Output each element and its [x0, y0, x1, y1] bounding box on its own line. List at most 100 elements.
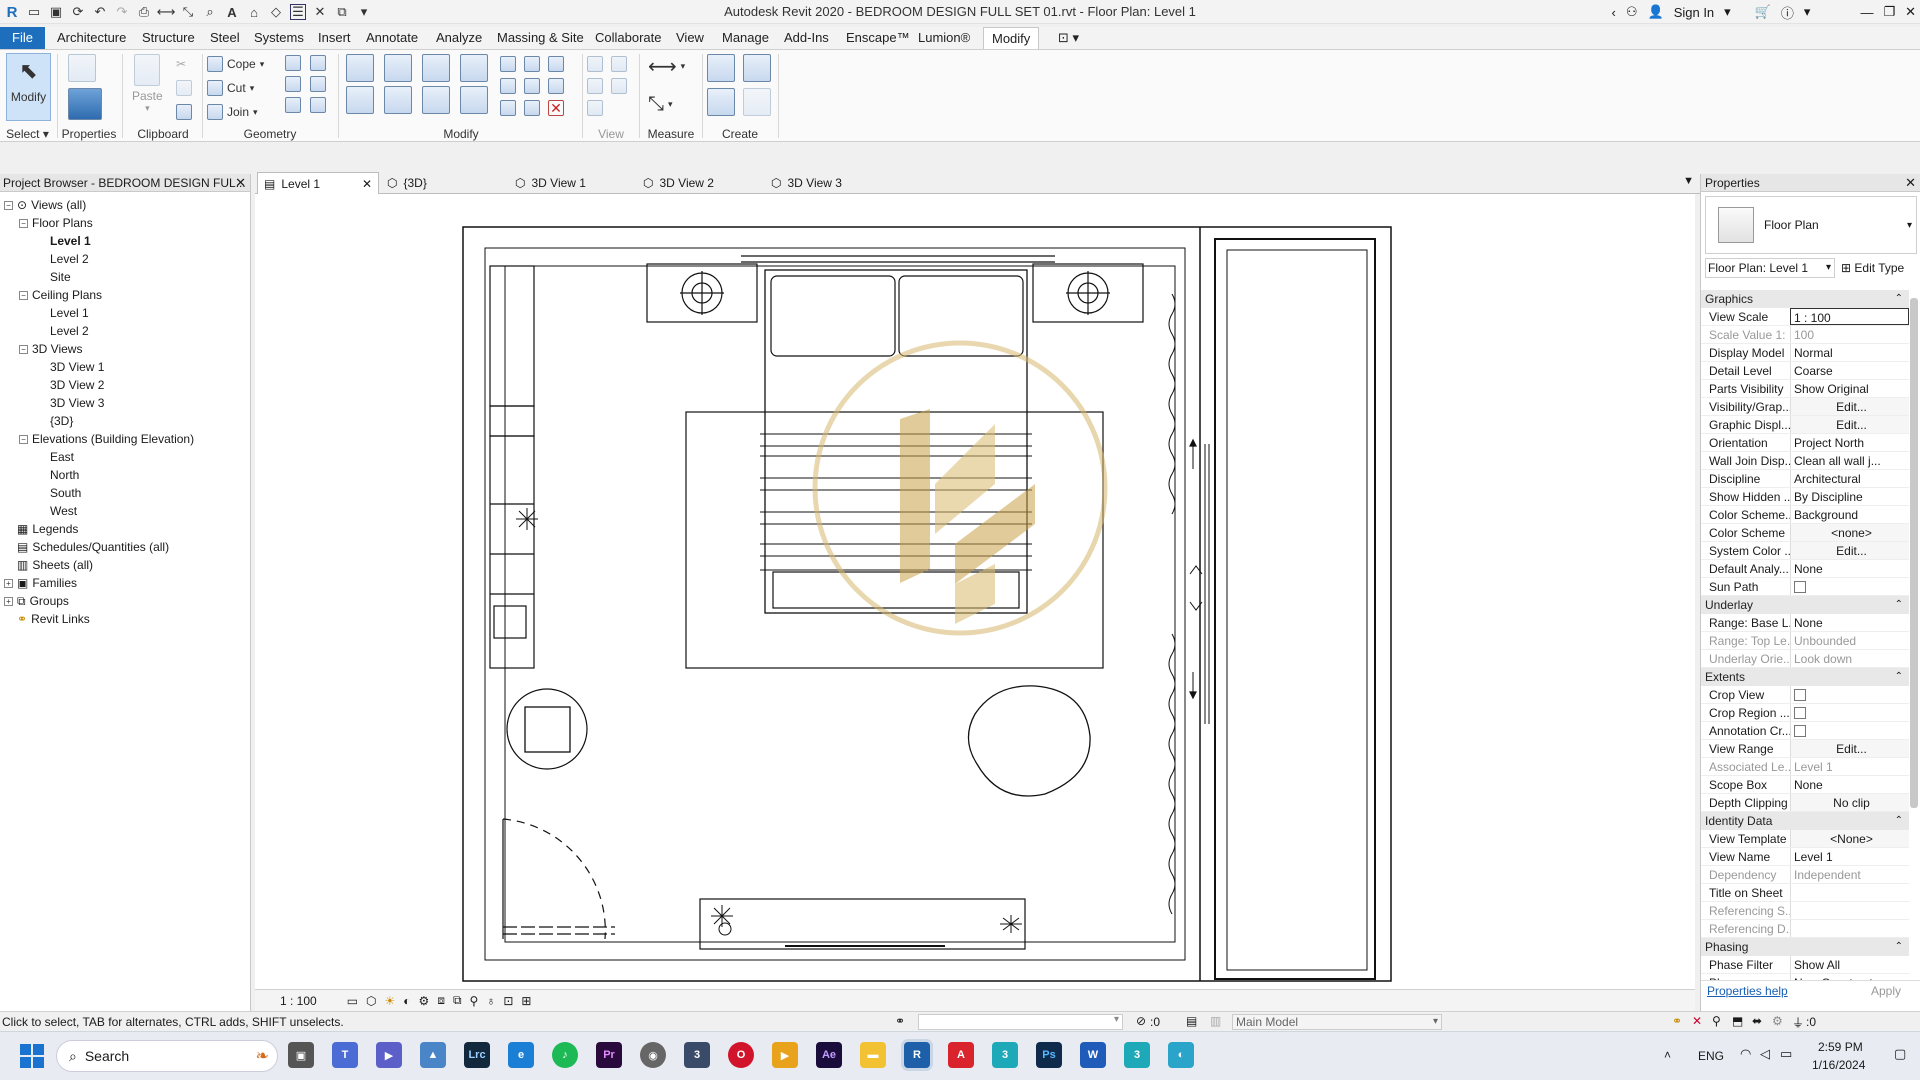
word-icon[interactable]: W — [1080, 1042, 1106, 1068]
modify-button[interactable]: ⬉ Modify — [6, 53, 51, 121]
instance-filter[interactable]: Floor Plan: Level 1 ▾ — [1705, 258, 1835, 278]
tree-item[interactable]: − Ceiling Plans — [19, 286, 102, 304]
open-icon[interactable]: ▭ — [26, 4, 42, 20]
task-view-icon[interactable]: ▣ — [288, 1042, 314, 1068]
wifi-icon[interactable]: ◠ — [1740, 1046, 1751, 1062]
redo-icon[interactable]: ↷ — [114, 4, 130, 20]
render-icon[interactable]: ⚙ — [419, 994, 430, 1008]
property-checkbox[interactable] — [1794, 581, 1806, 593]
battery-icon[interactable]: ▭ — [1780, 1046, 1792, 1062]
photos-icon[interactable]: ▲ — [420, 1042, 446, 1068]
chevron-up-icon[interactable]: ˄ — [1664, 1048, 1671, 1062]
collapse-group-icon[interactable]: ⌃ — [1895, 596, 1903, 614]
tree-item[interactable]: {3D} — [50, 412, 73, 430]
type-selector[interactable]: Floor Plan ▾ — [1705, 196, 1917, 254]
crop-view-icon[interactable]: ⧈ — [437, 993, 445, 1008]
lumion-icon[interactable]: ◐ — [1168, 1042, 1194, 1068]
tab-add-ins[interactable]: Add-Ins — [776, 27, 837, 49]
close-icon[interactable]: ✕ — [1905, 174, 1916, 192]
property-group-header[interactable]: Identity Data ⌃ — [1701, 812, 1909, 830]
tree-item[interactable]: North — [50, 466, 79, 484]
user-icon[interactable]: 👤 — [1648, 4, 1664, 20]
wall-joins-icon[interactable] — [285, 97, 301, 113]
media-player-icon[interactable]: ▶ — [772, 1042, 798, 1068]
property-value[interactable]: Project North — [1790, 434, 1909, 451]
scale-icon[interactable] — [524, 78, 540, 94]
help-icon[interactable]: ⓘ — [1781, 3, 1794, 22]
property-value[interactable] — [1790, 722, 1909, 739]
collapse-icon[interactable]: − — [4, 200, 13, 210]
edit-type-button[interactable]: ⊞ Edit Type — [1841, 258, 1904, 278]
tab-lumion[interactable]: Lumion® — [910, 27, 978, 49]
property-value[interactable] — [1790, 686, 1909, 703]
create-similar-icon[interactable] — [743, 88, 771, 116]
property-group-header[interactable]: Phasing ⌃ — [1701, 938, 1909, 956]
collapse-icon[interactable]: − — [19, 218, 28, 228]
split-face-icon[interactable] — [285, 76, 301, 92]
collapse-group-icon[interactable]: ⌃ — [1895, 938, 1903, 956]
property-value[interactable]: Edit... — [1790, 416, 1909, 433]
close-tab-icon[interactable]: ✕ — [362, 173, 372, 195]
property-value[interactable]: Background — [1790, 506, 1909, 523]
edge-icon[interactable]: e — [508, 1042, 534, 1068]
properties-scrollbar[interactable] — [1910, 298, 1918, 808]
apply-button[interactable]: Apply — [1871, 984, 1901, 998]
tree-item[interactable]: West — [50, 502, 77, 520]
visual-style-icon[interactable]: ⬡ — [366, 994, 376, 1008]
undo-icon[interactable]: ↶ — [92, 4, 108, 20]
tag-icon[interactable]: ⌕ — [202, 4, 218, 20]
tab-structure[interactable]: Structure — [134, 27, 203, 49]
language[interactable]: ENG — [1698, 1049, 1724, 1063]
offset-icon[interactable] — [384, 54, 412, 82]
tree-item[interactable]: Site — [50, 268, 71, 286]
property-group-header[interactable]: Extents ⌃ — [1701, 668, 1909, 686]
mirror-draw-icon[interactable] — [460, 54, 488, 82]
paint-view-icon[interactable] — [611, 78, 627, 94]
tab-insert[interactable]: Insert — [310, 27, 359, 49]
property-value[interactable]: Coarse — [1790, 362, 1909, 379]
expand-icon[interactable]: + — [4, 578, 13, 588]
sign-in-link[interactable]: Sign In — [1674, 5, 1714, 20]
print-icon[interactable]: ⎙ — [136, 4, 152, 20]
trim-single-icon[interactable] — [500, 100, 516, 116]
cut-clipboard-icon[interactable]: ✂ — [176, 54, 186, 74]
rotate-icon[interactable] — [422, 86, 450, 114]
create-parts-icon[interactable] — [743, 54, 771, 82]
property-value[interactable] — [1790, 704, 1909, 721]
property-checkbox[interactable] — [1794, 689, 1806, 701]
revit-logo-icon[interactable]: R — [4, 4, 20, 21]
tab-steel[interactable]: Steel — [202, 27, 248, 49]
property-value[interactable]: <None> — [1790, 830, 1909, 847]
tree-item[interactable]: − ⊙ Views (all) — [4, 196, 86, 214]
create-assembly-icon[interactable] — [707, 54, 735, 82]
property-value[interactable]: None — [1790, 776, 1909, 793]
editable-only-icon[interactable]: ⊘ — [1136, 1014, 1146, 1028]
tab-3d[interactable]: ⬡ {3D} — [381, 172, 507, 194]
pin-icon[interactable] — [548, 56, 564, 72]
binoculars-icon[interactable]: ⚇ — [1626, 4, 1638, 20]
thin-lines-icon[interactable]: ☰ — [290, 4, 306, 20]
tree-item[interactable]: 3D View 3 — [50, 394, 104, 412]
tab-massing-site[interactable]: Massing & Site — [489, 27, 592, 49]
tree-item[interactable]: + ⧉ Groups — [4, 592, 69, 610]
property-value[interactable]: Normal — [1790, 344, 1909, 361]
tree-item[interactable]: 3D View 1 — [50, 358, 104, 376]
select-dropdown[interactable]: Select ▾ — [0, 127, 55, 141]
close-icon[interactable]: ✕ — [235, 174, 246, 192]
lightroom-icon[interactable]: Lrc — [464, 1042, 490, 1068]
select-pinned-icon[interactable]: ⚲ — [1712, 1014, 1721, 1028]
text-icon[interactable]: A — [224, 4, 240, 20]
premiere-icon[interactable]: Pr — [596, 1042, 622, 1068]
clock-time[interactable]: 2:59 PM — [1818, 1040, 1863, 1054]
collapse-icon[interactable]: − — [19, 290, 28, 300]
notifications-icon[interactable]: ▢ — [1894, 1046, 1906, 1062]
measure-between-icon[interactable]: ⟷ ▾ — [648, 56, 685, 78]
move-icon[interactable] — [346, 86, 374, 114]
aligned-dimension-icon[interactable]: ⤡ — [180, 4, 196, 20]
3dsmax-3-icon[interactable]: 3 — [1124, 1042, 1150, 1068]
properties-button[interactable] — [68, 88, 102, 120]
property-value[interactable]: Show Original — [1790, 380, 1909, 397]
tree-item[interactable]: East — [50, 448, 74, 466]
tree-item[interactable]: + ▣ Families — [4, 574, 77, 592]
property-value[interactable] — [1790, 578, 1909, 595]
